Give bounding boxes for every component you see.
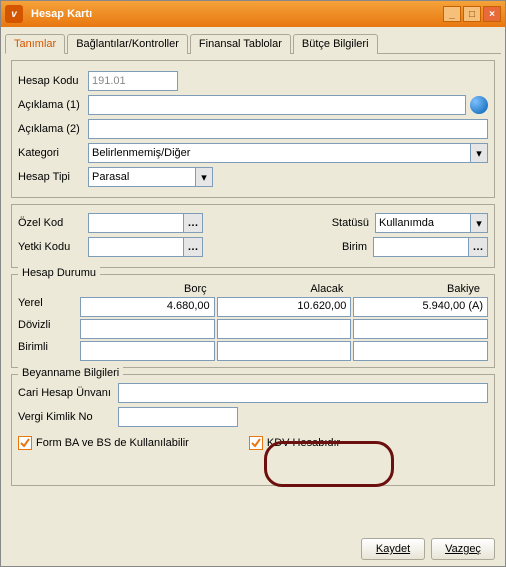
hesap-tipi-dropdown-button[interactable]: ▾	[195, 167, 213, 187]
birimli-borc-cell	[80, 341, 215, 361]
tab-tanimlar[interactable]: Tanımlar	[5, 34, 65, 54]
col-header-alacak: Alacak	[215, 283, 352, 295]
col-header-bakiye: Bakiye	[351, 283, 488, 295]
chevron-down-icon: ▾	[201, 171, 207, 184]
yerel-alacak-cell: 10.620,00	[217, 297, 352, 317]
label-hesap-tipi: Hesap Tipi	[18, 171, 88, 183]
cari-unvan-input[interactable]	[118, 383, 488, 403]
minimize-button[interactable]: _	[443, 6, 461, 22]
group-definitions: Hesap Kodu Açıklama (1) Açıklama (2) Kat…	[11, 60, 495, 198]
close-button[interactable]: ×	[483, 6, 501, 22]
group-beyanname: Beyanname Bilgileri Cari Hesap Ünvanı Ve…	[11, 374, 495, 486]
label-ozel-kod: Özel Kod	[18, 217, 88, 229]
label-statusu: Statüsü	[319, 217, 369, 229]
account-card-window: v Hesap Kartı _ □ × Tanımlar Bağlantılar…	[0, 0, 506, 567]
tab-butce[interactable]: Bütçe Bilgileri	[293, 34, 378, 54]
group-codes: Özel Kod … Statüsü ▾ Yetki Kodu … Birim …	[11, 204, 495, 268]
app-logo-icon: v	[5, 5, 23, 23]
yerel-bakiye-cell: 5.940,00 (A)	[353, 297, 488, 317]
aciklama2-input[interactable]	[88, 119, 488, 139]
label-kategori: Kategori	[18, 147, 88, 159]
birim-input[interactable]	[373, 237, 469, 257]
titlebar: v Hesap Kartı _ □ ×	[1, 1, 505, 27]
window-title: Hesap Kartı	[31, 8, 441, 20]
tab-baglantilar[interactable]: Bağlantılar/Kontroller	[67, 34, 188, 54]
label-aciklama1: Açıklama (1)	[18, 99, 88, 111]
statusu-select[interactable]	[375, 213, 471, 233]
dovizli-bakiye-cell	[353, 319, 488, 339]
col-header-borc: Borç	[78, 283, 215, 295]
label-cari-unvan: Cari Hesap Ünvanı	[18, 387, 118, 399]
check-icon	[20, 438, 30, 448]
yetki-kodu-input[interactable]	[88, 237, 184, 257]
dovizli-alacak-cell	[217, 319, 352, 339]
label-birim: Birim	[317, 241, 367, 253]
kdv-hesabi-label: KDV Hesabıdır	[267, 437, 340, 449]
maximize-button[interactable]: □	[463, 6, 481, 22]
row-label-yerel: Yerel	[18, 297, 78, 317]
tab-finansal[interactable]: Finansal Tablolar	[190, 34, 291, 54]
ellipsis-icon: …	[188, 241, 199, 253]
vergi-kimlik-input[interactable]	[118, 407, 238, 427]
hesap-tipi-select[interactable]	[88, 167, 196, 187]
legend-hesap-durumu: Hesap Durumu	[18, 267, 100, 279]
chevron-down-icon: ▾	[476, 217, 482, 230]
dovizli-borc-cell	[80, 319, 215, 339]
yerel-borc-cell: 4.680,00	[80, 297, 215, 317]
label-vergi-kimlik: Vergi Kimlik No	[18, 411, 118, 423]
ellipsis-icon: …	[473, 241, 484, 253]
ozel-kod-input[interactable]	[88, 213, 184, 233]
kategori-dropdown-button[interactable]: ▾	[470, 143, 488, 163]
yetki-kodu-lookup-button[interactable]: …	[183, 237, 203, 257]
ozel-kod-lookup-button[interactable]: …	[183, 213, 203, 233]
globe-icon[interactable]	[470, 96, 488, 114]
tab-strip: Tanımlar Bağlantılar/Kontroller Finansal…	[5, 33, 501, 54]
kategori-select[interactable]	[88, 143, 471, 163]
kaydet-button[interactable]: Kaydet	[361, 538, 425, 560]
group-hesap-durumu: Hesap Durumu Borç Alacak Bakiye Yerel 4.…	[11, 274, 495, 368]
check-icon	[251, 438, 261, 448]
label-yetki-kodu: Yetki Kodu	[18, 241, 88, 253]
form-ba-bs-label: Form BA ve BS de Kullanılabilir	[36, 437, 189, 449]
birimli-alacak-cell	[217, 341, 352, 361]
birim-lookup-button[interactable]: …	[468, 237, 488, 257]
birimli-bakiye-cell	[353, 341, 488, 361]
statusu-dropdown-button[interactable]: ▾	[470, 213, 488, 233]
row-label-birimli: Birimli	[18, 341, 78, 361]
button-bar: Kaydet Vazgeç	[361, 538, 495, 560]
vazgec-button[interactable]: Vazgeç	[431, 538, 495, 560]
content-area: Hesap Kodu Açıklama (1) Açıklama (2) Kat…	[1, 54, 505, 502]
label-hesap-kodu: Hesap Kodu	[18, 75, 88, 87]
chevron-down-icon: ▾	[476, 147, 482, 160]
form-ba-bs-checkbox[interactable]: Form BA ve BS de Kullanılabilir	[18, 436, 189, 450]
row-label-dovizli: Dövizli	[18, 319, 78, 339]
kdv-hesabi-checkbox[interactable]: KDV Hesabıdır	[249, 436, 340, 450]
aciklama1-input[interactable]	[88, 95, 466, 115]
hesap-kodu-input[interactable]	[88, 71, 178, 91]
label-aciklama2: Açıklama (2)	[18, 123, 88, 135]
legend-beyanname: Beyanname Bilgileri	[18, 367, 123, 379]
ellipsis-icon: …	[188, 217, 199, 229]
